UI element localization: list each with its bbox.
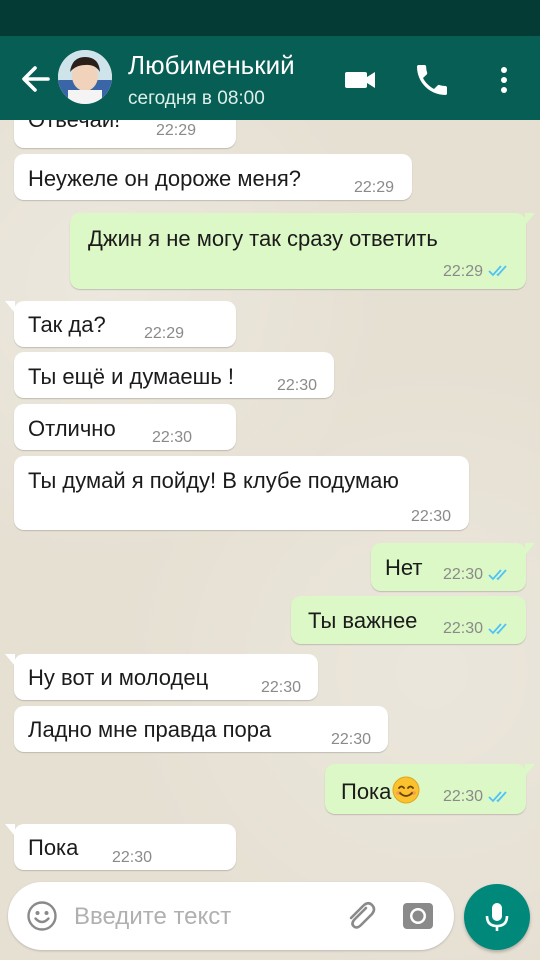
message-text: Ладно мне правда пора [28, 717, 272, 742]
message-text: Неужеле он дороже меня? [28, 166, 302, 191]
last-seen-status: сегодня в 08:00 [128, 88, 265, 109]
message-time: 22:30 [152, 429, 193, 446]
chat-header: Любименький сегодня в 08:00 [0, 36, 540, 120]
message-incoming[interactable]: Отлично 22:30 [14, 404, 236, 450]
message-outgoing[interactable]: Пока 22:30 [325, 764, 535, 814]
message-outgoing[interactable]: Джин я не могу так сразу ответить 22:29 [70, 213, 535, 289]
message-time: 22:30 [443, 788, 484, 805]
message-text: Отлично [28, 416, 116, 441]
message-text: Отвечай! [28, 120, 120, 133]
more-vertical-icon [501, 67, 507, 93]
contact-name[interactable]: Любименький [128, 50, 295, 81]
message-input[interactable] [74, 900, 324, 934]
message-time: 22:30 [277, 377, 318, 394]
smiley-icon [27, 901, 57, 931]
message-outgoing[interactable]: Ты важнее 22:30 [291, 596, 526, 644]
microphone-icon [485, 903, 509, 931]
message-time: 22:30 [331, 731, 372, 748]
message-incoming[interactable]: Неужеле он дороже меня? 22:29 [14, 154, 412, 200]
message-text: Джин я не могу так сразу ответить [88, 226, 438, 251]
message-text: Пока [341, 776, 420, 805]
phone-icon [417, 65, 447, 95]
message-text: Ты ещё и думаешь ! [28, 364, 235, 389]
message-text: Нет [385, 555, 423, 580]
message-incoming[interactable]: Так да? 22:29 [5, 301, 236, 347]
camera-button[interactable] [402, 900, 434, 932]
message-outgoing[interactable]: Нет 22:30 [371, 543, 535, 591]
video-call-button[interactable] [341, 60, 381, 100]
message-time: 22:29 [443, 263, 484, 280]
message-text: Ну вот и молодец [28, 665, 209, 690]
back-button[interactable] [18, 62, 56, 96]
read-receipt-icon [488, 569, 507, 581]
voice-call-button[interactable] [412, 60, 452, 100]
message-incoming[interactable]: Ладно мне правда пора 22:30 [14, 706, 388, 752]
read-receipt-icon [488, 265, 507, 277]
camera-icon [403, 903, 433, 929]
read-receipt-icon [488, 623, 507, 635]
more-options-button[interactable] [486, 60, 522, 100]
read-receipt-icon [488, 791, 507, 803]
message-incoming[interactable]: Ну вот и молодец 22:30 [5, 654, 318, 700]
message-text-value: Пока [341, 779, 392, 804]
message-time: 22:29 [156, 122, 197, 139]
message-list[interactable]: Отвечай! 22:29 Неужеле он дороже меня? 2… [0, 120, 540, 880]
message-time: 22:30 [443, 620, 484, 637]
message-incoming[interactable]: Ты думай я пойду! В клубе подумаю 22:30 [14, 456, 469, 530]
message-incoming[interactable]: Пока 22:30 [5, 824, 236, 870]
arrow-left-icon [22, 66, 50, 92]
message-time: 22:30 [112, 849, 153, 866]
paperclip-icon [349, 901, 376, 929]
message-time: 22:29 [144, 325, 185, 342]
system-status-bar [0, 0, 540, 36]
voice-record-button[interactable] [464, 884, 530, 950]
attach-button[interactable] [342, 898, 378, 934]
message-text: Ты думай я пойду! В клубе подумаю [28, 468, 399, 493]
message-text: Ты важнее [308, 608, 418, 633]
message-composer [8, 882, 454, 950]
message-time: 22:30 [443, 566, 484, 583]
message-incoming[interactable]: Ты ещё и думаешь ! 22:30 [14, 352, 334, 398]
message-time: 22:30 [261, 679, 302, 696]
video-camera-icon [345, 72, 375, 88]
message-text: Так да? [28, 312, 106, 337]
message-text: Пока [28, 835, 79, 860]
message-time: 22:29 [354, 179, 395, 196]
emoji-button[interactable] [26, 900, 58, 932]
contact-avatar[interactable] [58, 50, 112, 104]
message-incoming[interactable]: Отвечай! 22:29 [14, 120, 236, 148]
message-time: 22:30 [411, 508, 452, 525]
smiling-face-emoji [392, 776, 420, 804]
avatar-image [58, 50, 112, 104]
